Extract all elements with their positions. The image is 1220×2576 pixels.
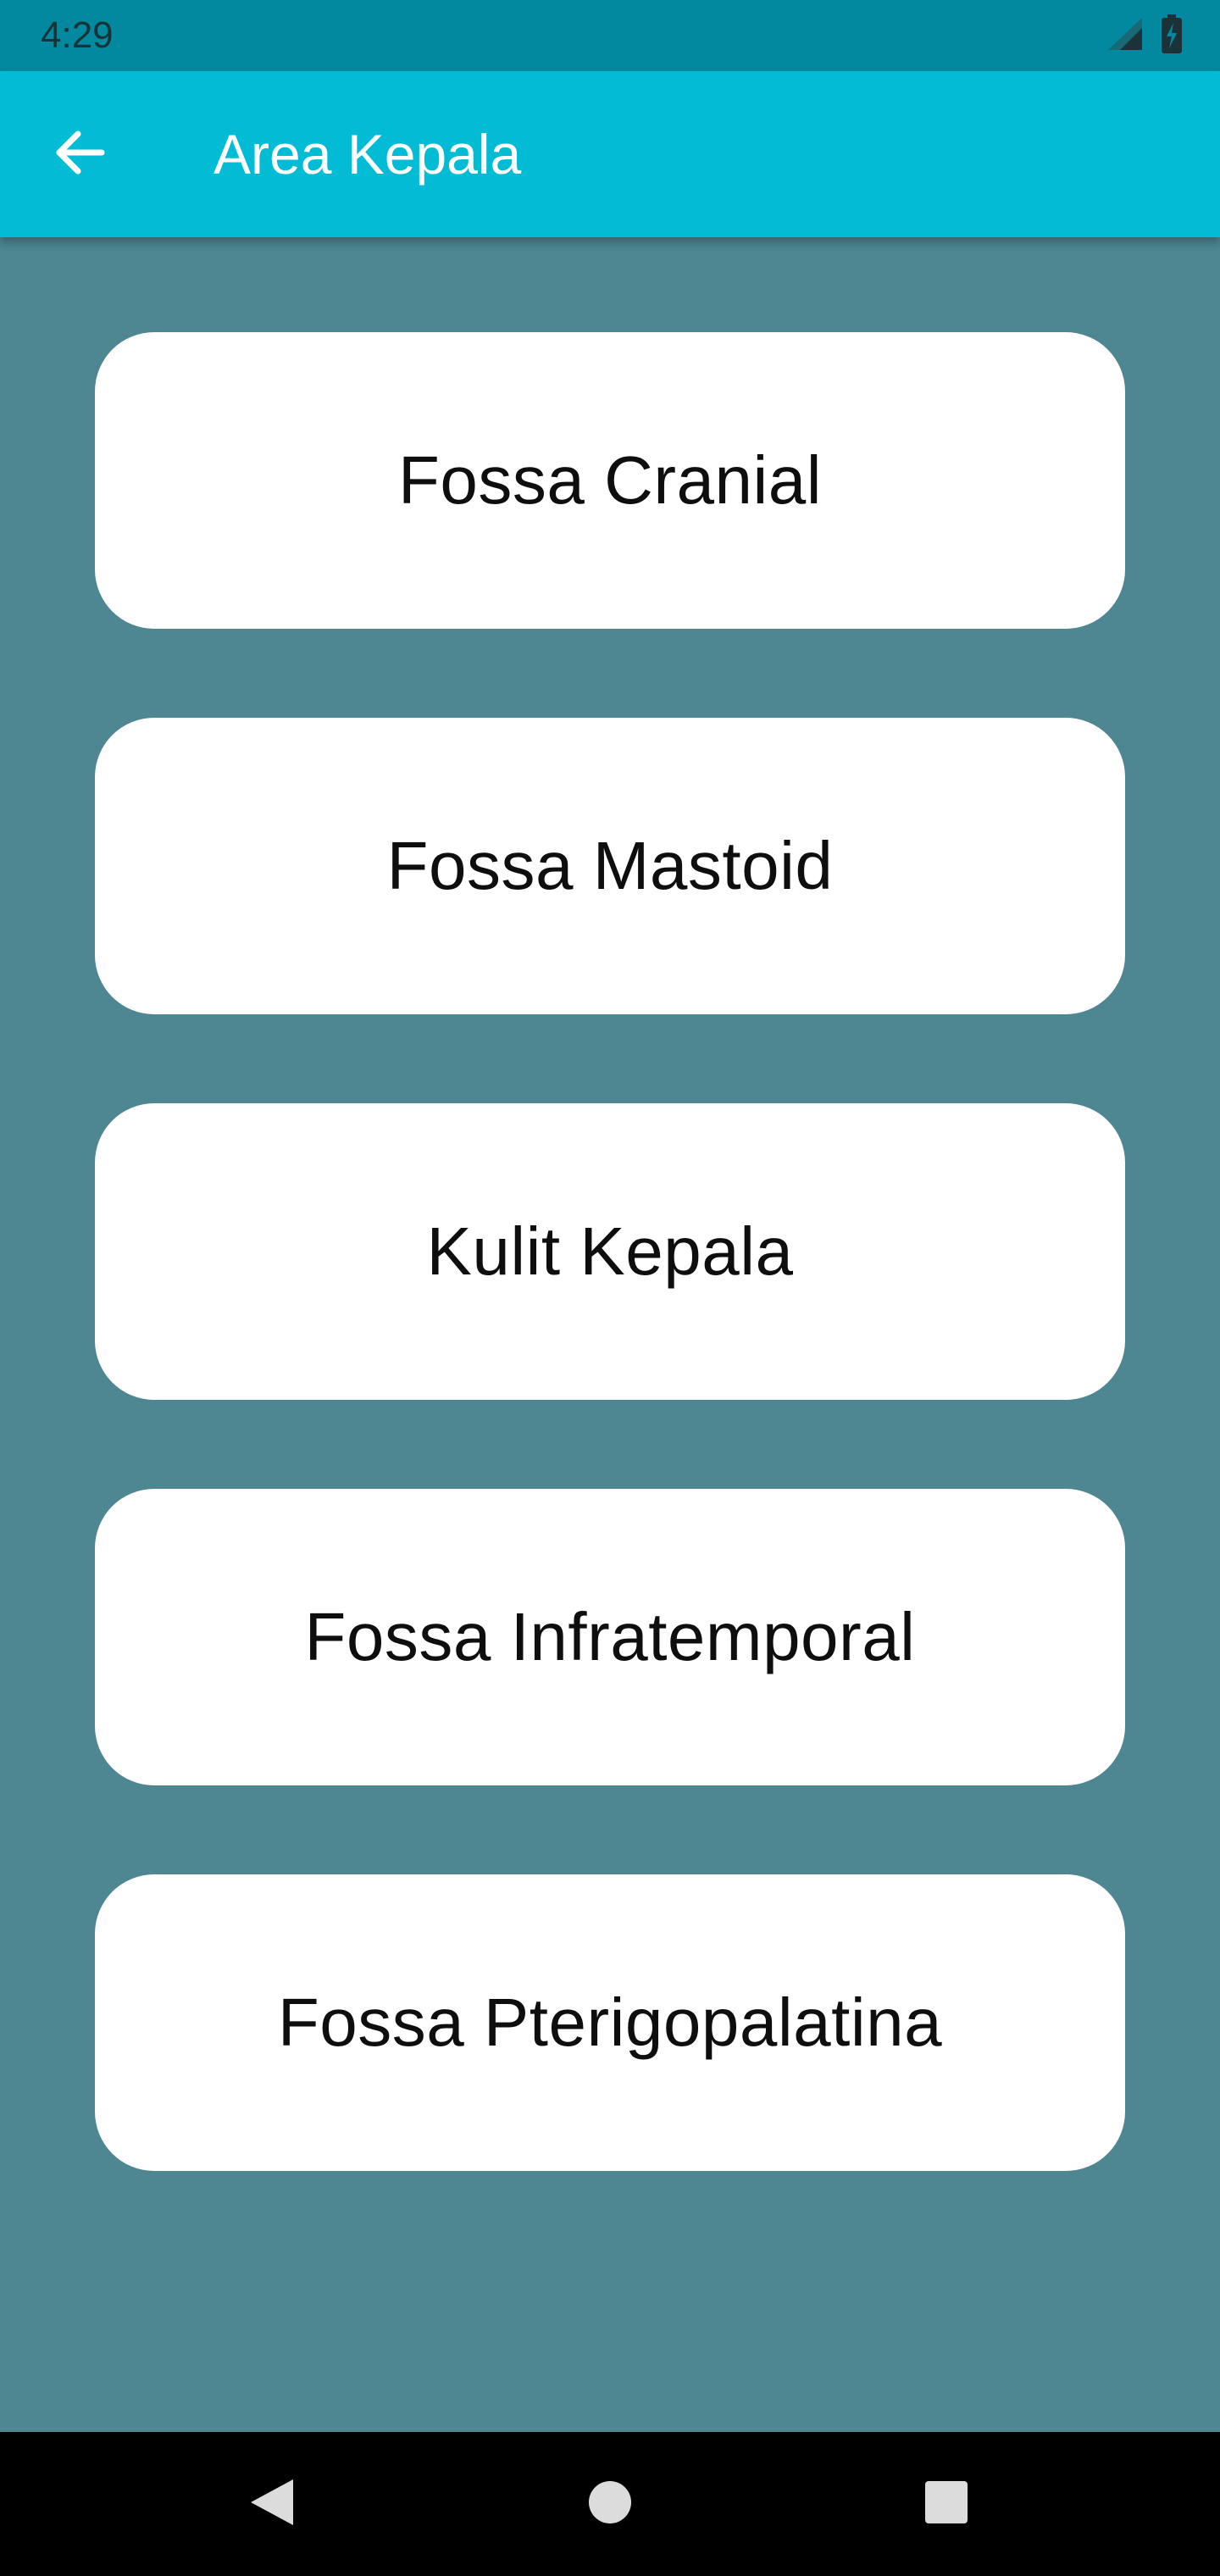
menu-item-fossa-mastoid[interactable]: Fossa Mastoid	[95, 718, 1125, 1014]
menu-item-fossa-cranial[interactable]: Fossa Cranial	[95, 332, 1125, 629]
system-nav-bar	[0, 2432, 1220, 2576]
svg-text:x: x	[1130, 36, 1138, 52]
status-icons: x	[1105, 14, 1183, 58]
status-bar: 4:29 x	[0, 0, 1220, 71]
menu-item-kulit-kepala[interactable]: Kulit Kepala	[95, 1103, 1125, 1400]
menu-item-label: Fossa Pterigopalatina	[277, 1985, 943, 2060]
battery-icon	[1161, 14, 1183, 58]
menu-list: Fossa Cranial Fossa Mastoid Kulit Kepala…	[0, 237, 1220, 2432]
status-time: 4:29	[41, 14, 114, 56]
signal-icon: x	[1105, 16, 1144, 56]
nav-recents-button[interactable]	[908, 2466, 984, 2542]
menu-item-label: Fossa Infratemporal	[304, 1599, 916, 1674]
nav-home-button[interactable]	[572, 2466, 648, 2542]
recents-square-icon	[923, 2479, 969, 2529]
menu-item-label: Fossa Mastoid	[386, 828, 834, 903]
page-title: Area Kepala	[214, 123, 522, 186]
nav-back-button[interactable]	[233, 2466, 309, 2542]
menu-item-label: Kulit Kepala	[426, 1213, 794, 1289]
home-circle-icon	[586, 2479, 634, 2530]
arrow-back-icon	[54, 130, 105, 179]
menu-item-fossa-infratemporal[interactable]: Fossa Infratemporal	[95, 1489, 1125, 1785]
back-button[interactable]	[44, 119, 115, 190]
menu-item-fossa-pterigopalatina[interactable]: Fossa Pterigopalatina	[95, 1874, 1125, 2171]
app-bar: Area Kepala	[0, 71, 1220, 237]
back-triangle-icon	[246, 2476, 297, 2533]
menu-item-label: Fossa Cranial	[397, 442, 822, 518]
